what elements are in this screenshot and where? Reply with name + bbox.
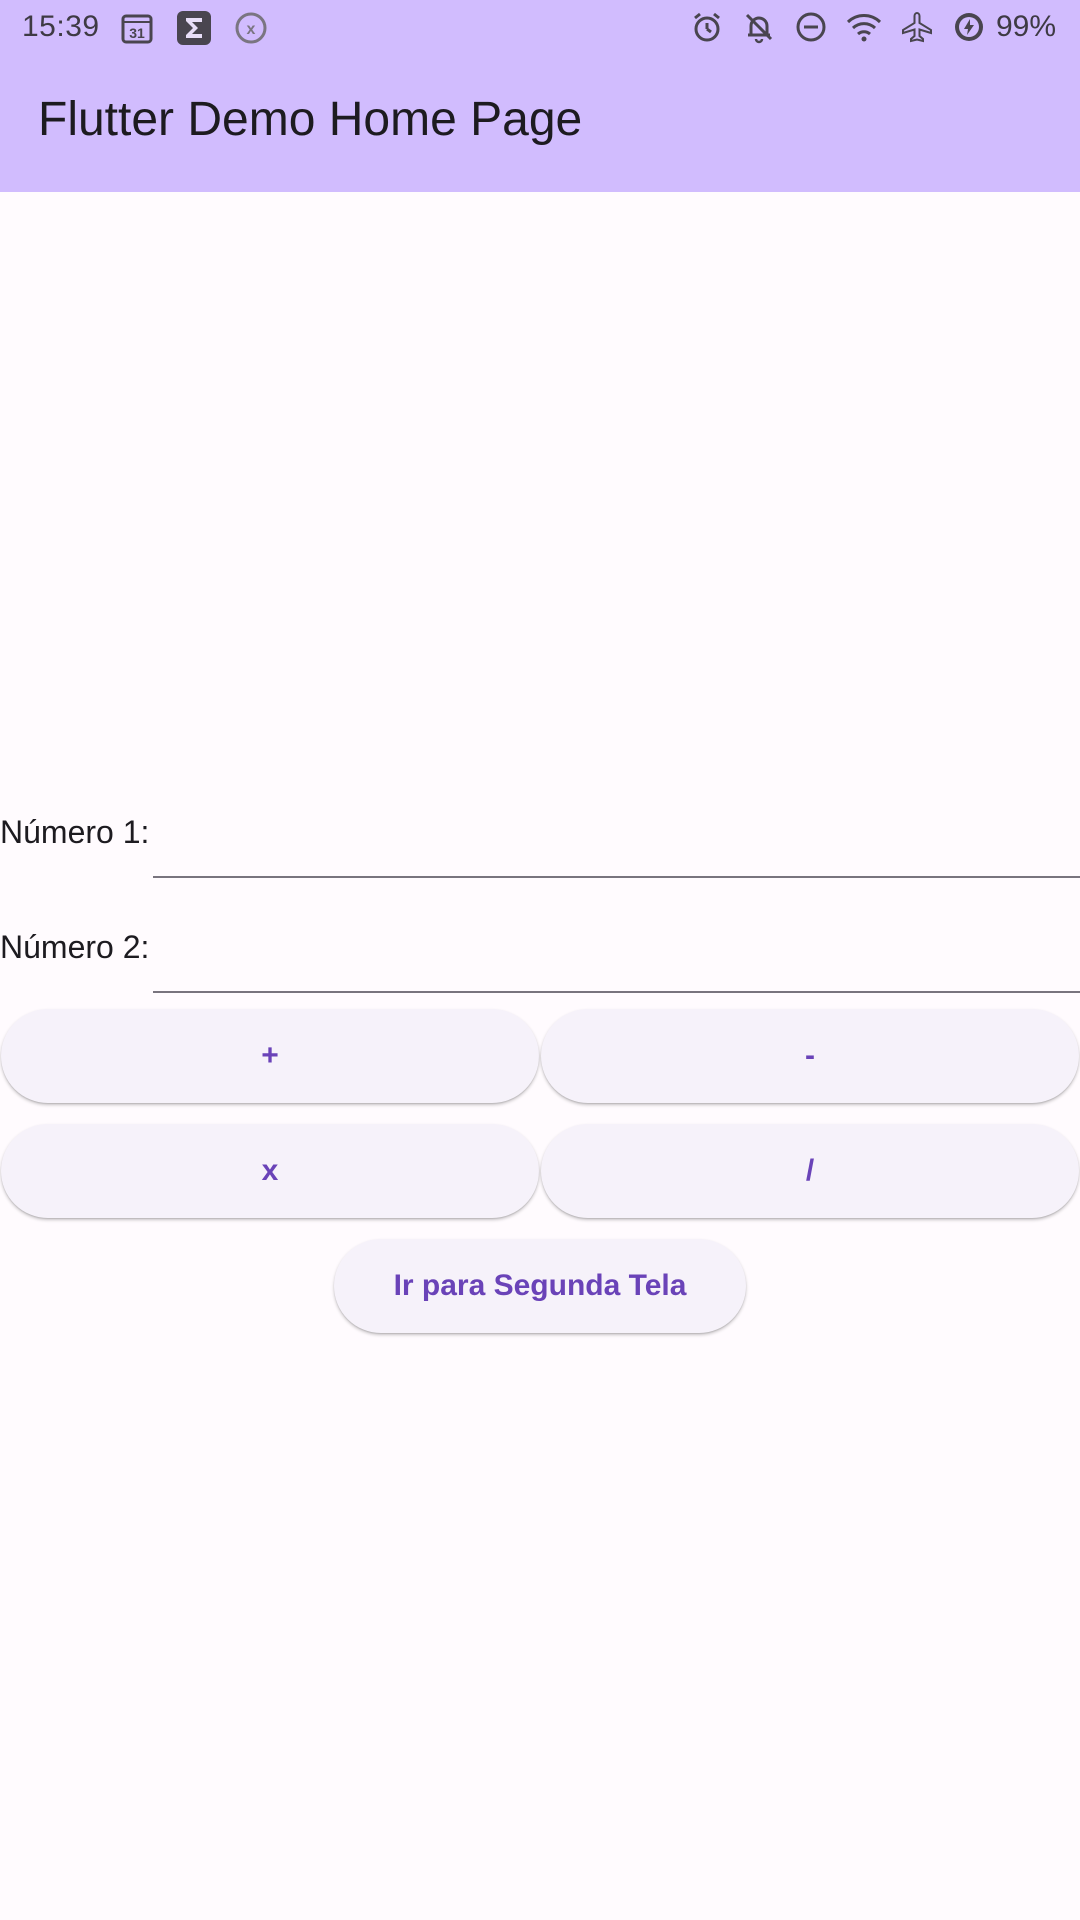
airplane-icon [900,10,934,44]
screen: 15:39 31 x 99% Flutter Demo Home Page Nú… [0,0,1080,1920]
alarm-icon [690,10,724,44]
number1-row: Número 1: [0,796,1080,894]
subtract-button[interactable]: - [541,1009,1079,1103]
x-circle-icon: x [234,11,268,45]
battery-percentage: 99% [995,10,1056,43]
notifications-off-icon [742,10,776,44]
status-bar: 15:39 31 x 99% [0,0,1080,56]
add-button[interactable]: + [1,1009,539,1103]
svg-text:x: x [247,21,256,38]
multiply-button[interactable]: x [1,1124,539,1218]
calendar-icon: 31 [120,11,154,45]
go-to-second-screen-button[interactable]: Ir para Segunda Tela [334,1239,746,1333]
wifi-icon [846,10,882,44]
status-left-icons: 31 x [120,10,268,46]
do-not-disturb-icon [794,10,828,44]
calendar-day-text: 31 [129,25,145,41]
number1-input[interactable] [153,802,1080,878]
page-title: Flutter Demo Home Page [38,93,583,146]
sigma-icon [176,10,212,46]
status-time: 15:39 [22,10,100,43]
number2-input[interactable] [153,917,1080,993]
divide-button[interactable]: / [541,1124,1079,1218]
status-right-icons: 99% [690,10,1056,44]
battery-saver-icon [952,10,986,44]
number2-row: Número 2: [0,911,1080,1009]
number1-label: Número 1: [0,814,150,850]
app-bar: Flutter Demo Home Page [0,56,1080,192]
number2-label: Número 2: [0,929,150,965]
